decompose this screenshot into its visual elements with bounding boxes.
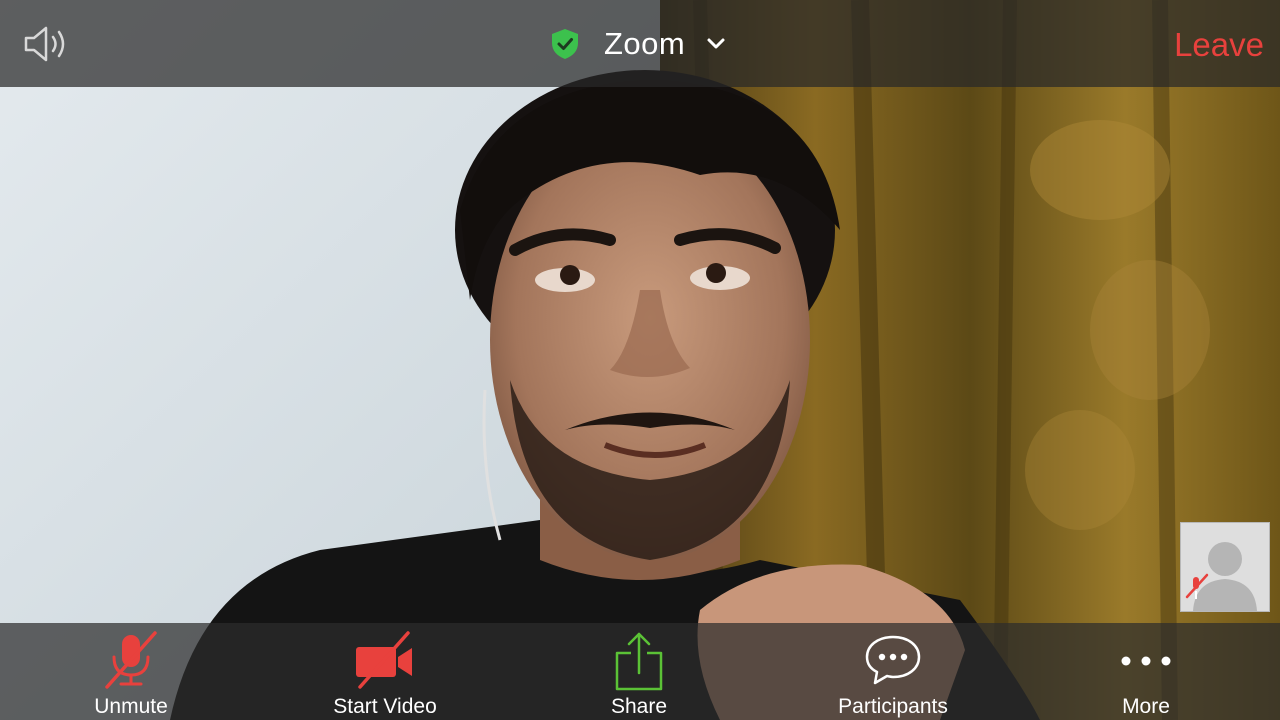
speaker-icon: [24, 26, 65, 62]
more-dots-icon: [1121, 656, 1171, 666]
zoom-meeting-screen: Zoom Leave Unmute Start Video Share Part…: [0, 0, 1280, 720]
more-button[interactable]: More: [1066, 623, 1226, 720]
meeting-title: Zoom: [604, 26, 686, 61]
participants-button[interactable]: Participants: [813, 623, 973, 720]
start-video-label: Start Video: [333, 695, 437, 718]
chevron-down-icon: [707, 38, 725, 49]
participants-label: Participants: [838, 695, 948, 718]
start-video-button[interactable]: Start Video: [305, 623, 465, 720]
share-button[interactable]: Share: [559, 623, 719, 720]
active-speaker-video: [0, 0, 1280, 720]
unmute-label: Unmute: [94, 695, 168, 718]
more-label: More: [1122, 695, 1170, 718]
microphone-muted-icon: [105, 631, 157, 689]
top-bar: Zoom Leave: [0, 0, 1280, 87]
share-icon: [615, 632, 663, 691]
speaker-button[interactable]: [20, 22, 76, 66]
leave-button[interactable]: Leave: [1174, 22, 1264, 68]
share-label: Share: [610, 695, 668, 718]
chat-bubble-icon: [865, 635, 921, 685]
meeting-title-dropdown[interactable]: Zoom: [550, 22, 727, 66]
video-off-icon: [356, 631, 412, 689]
unmute-button[interactable]: Unmute: [51, 623, 211, 720]
avatar-placeholder-icon: [1181, 523, 1269, 611]
self-view-thumbnail[interactable]: [1180, 522, 1270, 612]
meeting-toolbar: Unmute Start Video Share Participants Mo…: [0, 623, 1280, 720]
shield-check-icon: [552, 29, 578, 59]
